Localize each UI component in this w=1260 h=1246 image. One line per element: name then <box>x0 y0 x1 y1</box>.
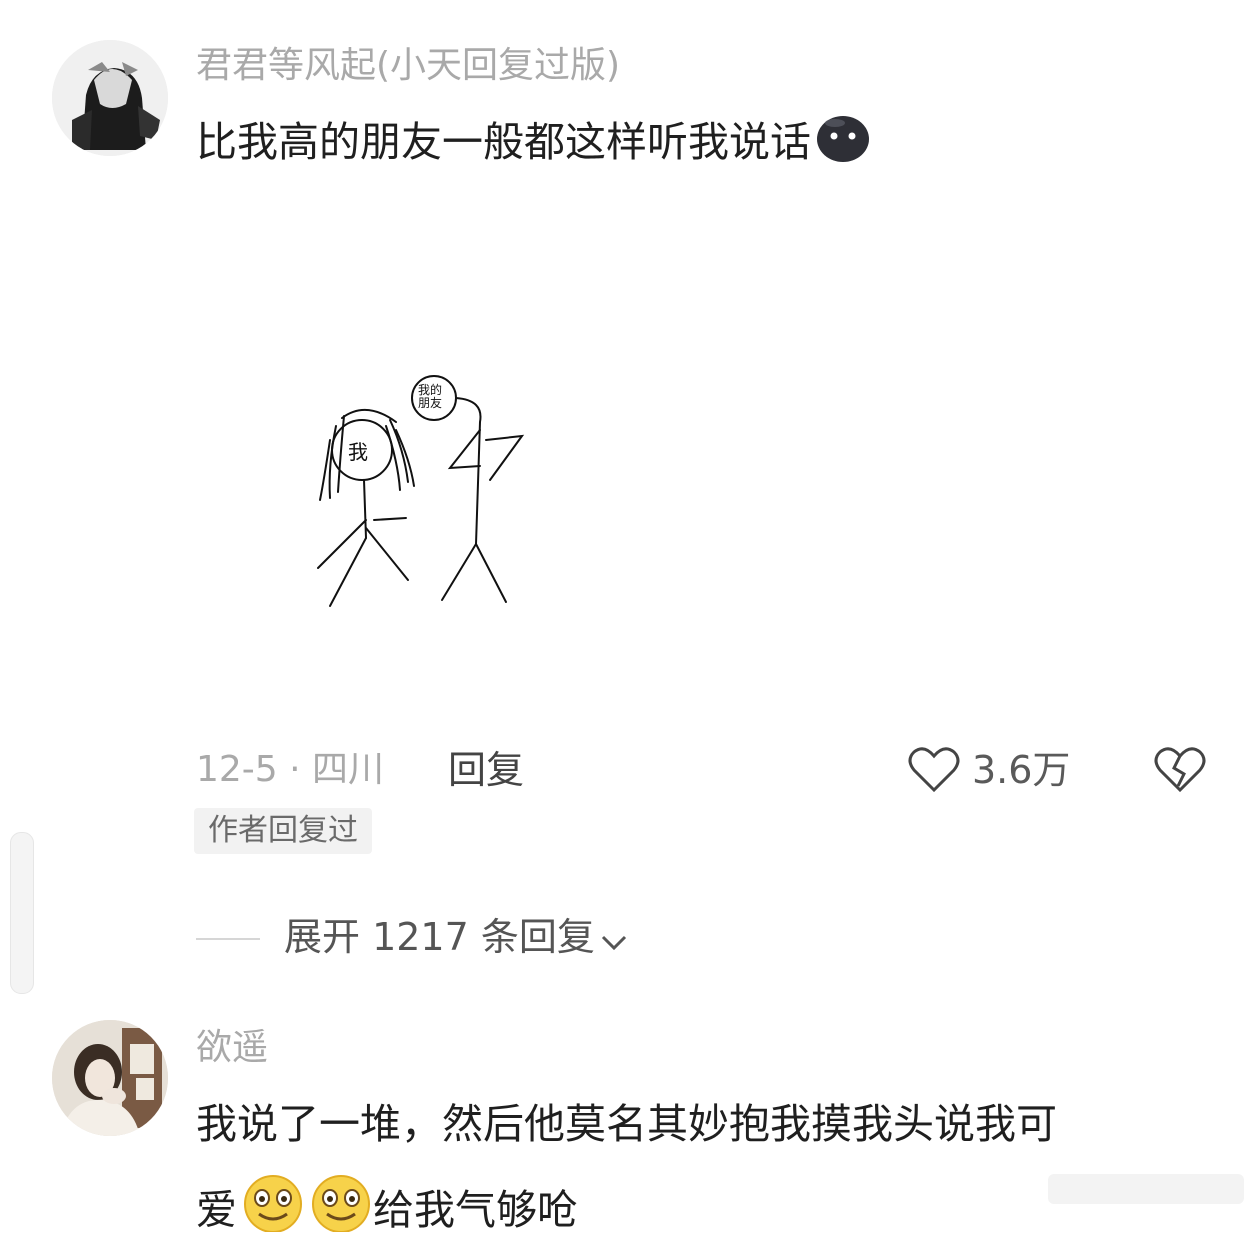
username[interactable]: 君君等风起(小天回复过版) <box>196 44 620 88</box>
author-replied-badge: 作者回复过 <box>194 808 372 854</box>
comment-text: 比我高的朋友一般都这样听我说话 <box>196 112 871 178</box>
chevron-down-icon <box>599 915 629 965</box>
broken-heart-icon <box>1154 747 1206 798</box>
date-location: 12-5 · 四川 <box>196 749 385 790</box>
avatar[interactable] <box>52 40 168 156</box>
smiling-face-icon <box>309 1172 373 1246</box>
like-button[interactable] <box>908 746 960 798</box>
comment-text-line2: 爱 给我气够呛 <box>196 1172 578 1246</box>
smiling-face-icon <box>241 1172 305 1246</box>
drawing-label-friend: 我的朋友 <box>418 383 443 410</box>
scroll-indicator <box>10 832 34 994</box>
dark-round-face-icon <box>815 112 871 178</box>
avatar[interactable] <box>52 1020 168 1136</box>
dislike-button[interactable] <box>1154 746 1206 798</box>
like-count: 3.6万 <box>972 748 1071 792</box>
user-tag: (小天回复过版) <box>376 45 621 86</box>
username[interactable]: 欲遥 <box>196 1026 268 1070</box>
drawing-label-me: 我 <box>348 440 368 464</box>
comment-image-drawing[interactable]: 我 我的朋友 <box>300 370 560 624</box>
comment-text-line1: 我说了一堆，然后他莫名其妙抱我摸我头说我可 <box>196 1100 1057 1148</box>
expand-replies-button[interactable]: 展开 1217 条回复 <box>284 912 629 965</box>
reply-button[interactable]: 回复 <box>448 748 524 792</box>
watermark-bar <box>1048 1174 1244 1204</box>
divider <box>196 938 260 940</box>
heart-icon <box>908 747 960 798</box>
